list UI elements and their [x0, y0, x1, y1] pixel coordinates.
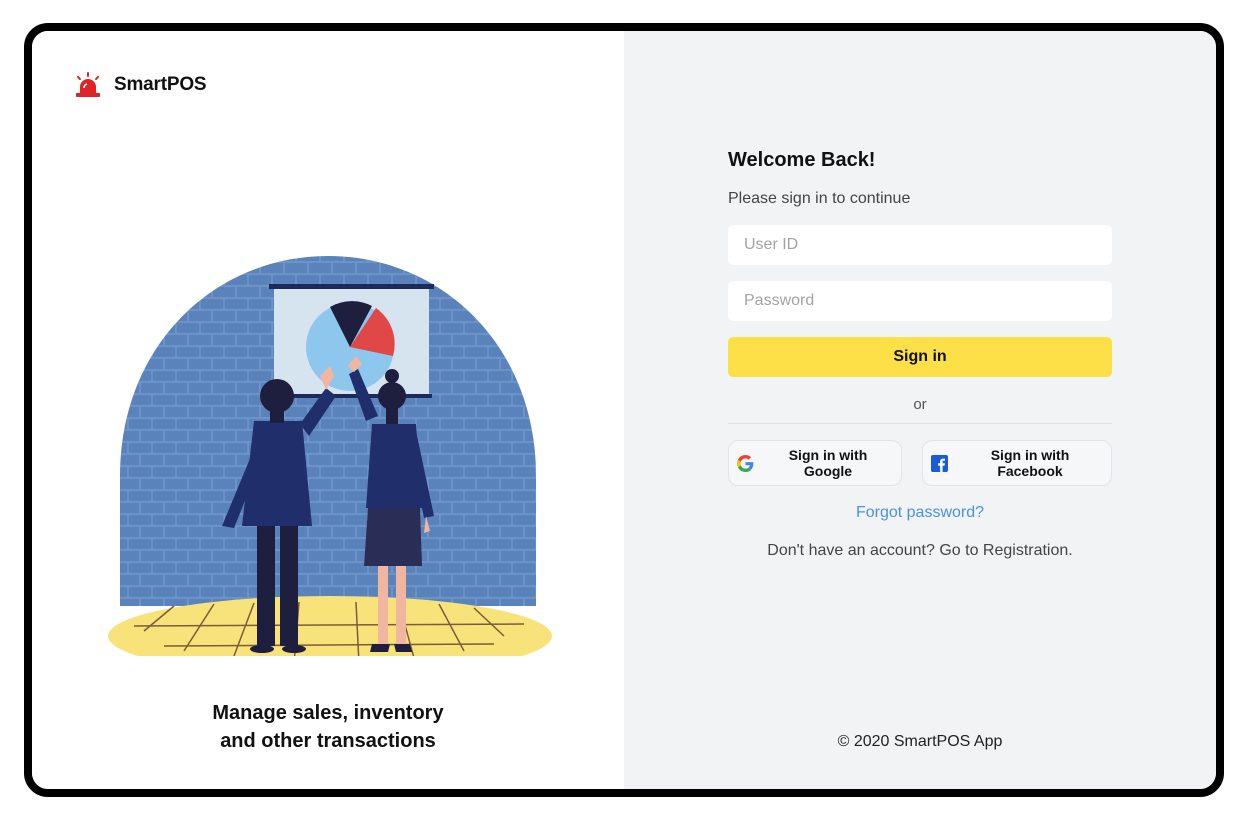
registration-prompt[interactable]: Don't have an account? Go to Registratio…	[728, 542, 1112, 560]
team-presenting-pie-chart-illustration	[104, 226, 552, 676]
hero-panel: SmartPOS Manage sales, inventory and oth…	[32, 31, 624, 789]
facebook-icon	[931, 454, 948, 472]
tagline-line-2: and other transactions	[220, 730, 436, 752]
divider	[728, 423, 1112, 424]
login-form: Welcome Back! Please sign in to continue…	[728, 147, 1112, 560]
facebook-sign-in-label: Sign in with Facebook	[990, 447, 1070, 479]
page-title: Welcome Back!	[728, 149, 876, 171]
sign-in-button[interactable]: Sign in	[728, 337, 1112, 377]
alarm-light-icon	[74, 71, 102, 99]
login-panel: Welcome Back! Please sign in to continue…	[624, 31, 1216, 789]
page-subtitle: Please sign in to continue	[728, 190, 911, 207]
forgot-password-link[interactable]: Forgot password?	[728, 504, 1112, 522]
tagline-line-1: Manage sales, inventory	[212, 702, 444, 724]
password-input[interactable]	[728, 281, 1112, 321]
user-id-input[interactable]	[728, 225, 1112, 265]
or-separator: or	[913, 396, 927, 413]
google-icon	[737, 454, 754, 472]
copyright: © 2020 SmartPOS App	[837, 733, 1003, 750]
brand-name: SmartPOS	[114, 74, 207, 95]
facebook-sign-in-button[interactable]: Sign in with Facebook	[922, 440, 1112, 486]
social-login-row: Sign in with Google Sign in with Faceboo…	[728, 440, 1112, 486]
brand-logo: SmartPOS	[74, 71, 207, 99]
google-sign-in-button[interactable]: Sign in with Google	[728, 440, 902, 486]
app-window: SmartPOS Manage sales, inventory and oth…	[24, 23, 1224, 797]
tagline: Manage sales, inventory and other transa…	[32, 699, 624, 755]
google-sign-in-label: Sign in with Google	[788, 447, 868, 479]
